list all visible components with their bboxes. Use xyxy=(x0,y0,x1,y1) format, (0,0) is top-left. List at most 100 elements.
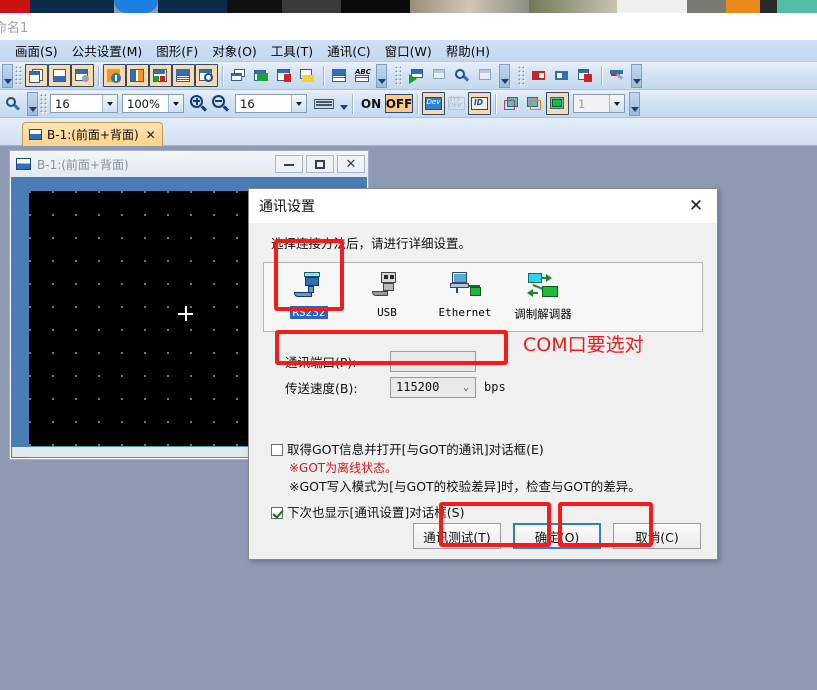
zoom-tool-icon[interactable] xyxy=(2,92,25,115)
port-select[interactable]: ⌄ xyxy=(390,350,476,372)
toolbar-separator xyxy=(495,93,496,114)
layer-back-icon[interactable] xyxy=(523,92,546,115)
toolbar-overflow-left-icon[interactable] xyxy=(27,91,38,116)
import-screen-icon[interactable] xyxy=(250,64,273,87)
menu-item-figure[interactable]: 图形(F) xyxy=(149,39,205,62)
connection-option-ethernet[interactable]: Ethernet xyxy=(426,268,504,330)
simulator-settings-icon[interactable] xyxy=(451,64,474,87)
toolbar-overflow-icon[interactable] xyxy=(631,63,642,88)
menu-item-help[interactable]: 帮助(H) xyxy=(439,39,497,62)
menu-item-tools[interactable]: 工具(T) xyxy=(264,39,320,62)
menu-item-common[interactable]: 公共设置(M) xyxy=(65,39,150,62)
connection-option-rs232[interactable]: RS232 xyxy=(270,268,348,330)
layer-select[interactable]: 1 xyxy=(573,94,625,113)
verify-got-icon[interactable] xyxy=(574,64,597,87)
simulator-update-icon[interactable] xyxy=(428,64,451,87)
object-id-toggle-icon[interactable]: ID xyxy=(468,92,491,115)
open-library-icon[interactable] xyxy=(296,64,319,87)
ethernet-icon xyxy=(448,272,482,302)
ok-button[interactable]: 确定(O) xyxy=(513,523,601,549)
screen-editor-title: B-1:(前面+背面) xyxy=(37,157,129,172)
minimize-button[interactable] xyxy=(275,155,303,173)
connection-option-modem[interactable]: 调制解调器 xyxy=(504,268,582,330)
screen-editor-title-bar[interactable]: B-1:(前面+背面) ✕ xyxy=(10,151,368,177)
toolbar-grip[interactable] xyxy=(518,65,525,86)
got-info-checkbox-row[interactable]: 取得GOT信息并打开[与GOT的通讯]对话框(E) xyxy=(271,442,703,458)
show-next-checkbox[interactable] xyxy=(271,507,283,519)
chevron-down-icon[interactable] xyxy=(102,95,117,112)
simulator-start-icon[interactable] xyxy=(405,64,428,87)
project-info-icon[interactable] xyxy=(103,64,126,87)
system-device-toggle-icon[interactable]: SYS DEV xyxy=(445,92,468,115)
cancel-button[interactable]: 取消(C) xyxy=(613,523,701,549)
toolbar-overflow-left-icon[interactable] xyxy=(2,63,13,88)
read-from-got-icon[interactable] xyxy=(551,64,574,87)
chevron-down-icon[interactable] xyxy=(291,95,306,112)
chevron-down-icon[interactable] xyxy=(168,95,183,112)
app-title: 命名1 xyxy=(0,21,29,36)
strip-seg xyxy=(113,0,159,13)
toolbar-overflow-icon[interactable] xyxy=(376,63,387,88)
maximize-button[interactable] xyxy=(306,155,334,173)
arrange-windows-icon[interactable] xyxy=(227,64,250,87)
tab-close-icon[interactable]: ✕ xyxy=(146,128,156,142)
toolbar-primary: ABC xyxy=(0,62,817,90)
copy-screen-icon[interactable] xyxy=(25,64,48,87)
zoom-level-select[interactable]: 100% xyxy=(122,94,184,113)
toolbar-grip[interactable] xyxy=(15,65,22,86)
simulator-stop-icon[interactable] xyxy=(474,64,497,87)
keyboard-icon[interactable] xyxy=(311,92,337,115)
tab-label: B-1:(前面+背面) xyxy=(47,128,139,142)
menu-item-comm[interactable]: 通讯(C) xyxy=(320,39,377,62)
show-next-checkbox-label: 下次也显示[通讯设置]对话框(S) xyxy=(287,505,465,520)
strip-seg xyxy=(617,0,687,13)
comm-settings-icon[interactable] xyxy=(606,64,629,87)
text-list-icon[interactable]: ABC xyxy=(351,64,374,87)
connection-option-usb[interactable]: USB xyxy=(348,268,426,330)
chevron-down-icon[interactable] xyxy=(339,95,348,113)
toolbar-grip[interactable] xyxy=(395,65,402,86)
new-screen-icon[interactable] xyxy=(48,64,71,87)
speed-value: 115200 xyxy=(396,380,440,394)
off-state-button[interactable]: OFF xyxy=(385,94,413,113)
connection-label: RS232 xyxy=(290,306,328,319)
got-info-checkbox[interactable] xyxy=(271,444,283,456)
close-button[interactable]: ✕ xyxy=(337,155,365,173)
on-state-button[interactable]: ON xyxy=(357,94,385,113)
toolbar-grip[interactable] xyxy=(40,93,47,114)
menu-item-window[interactable]: 窗口(W) xyxy=(378,39,439,62)
grid-size-select[interactable]: 16 xyxy=(235,94,307,113)
tab-b1[interactable]: B-1:(前面+背面) ✕ xyxy=(22,122,163,146)
layer-front-icon[interactable] xyxy=(500,92,523,115)
layer-both-icon[interactable] xyxy=(546,92,569,115)
device-label-toggle-icon[interactable]: Dev xyxy=(422,92,445,115)
parts-icon[interactable] xyxy=(149,64,172,87)
chevron-down-icon[interactable]: ⌄ xyxy=(457,378,475,397)
got-offline-note: ※GOT为离线状态。 xyxy=(289,461,398,475)
comm-test-button[interactable]: 通讯测试(T) xyxy=(413,523,501,549)
dialog-body: 选择连接方法后，请进行详细设置。 RS232 USB Ethernet 调制解调… xyxy=(249,223,717,559)
document-tab-strip: B-1:(前面+背面) ✕ xyxy=(0,118,817,146)
show-next-checkbox-row[interactable]: 下次也显示[通讯设置]对话框(S) xyxy=(271,505,703,521)
zoom-in-icon[interactable] xyxy=(188,94,208,114)
data-view-icon[interactable] xyxy=(172,64,195,87)
chevron-down-icon[interactable] xyxy=(609,95,624,112)
dialog-close-icon[interactable]: ✕ xyxy=(683,194,709,218)
toolbar-overflow-icon[interactable] xyxy=(629,91,640,116)
speed-select[interactable]: 115200 ⌄ xyxy=(390,376,476,398)
menu-item-object[interactable]: 对象(O) xyxy=(205,39,264,62)
zoom-out-icon[interactable] xyxy=(210,94,230,114)
toolbar-format: 16 100% 16 ON OFF Dev SYS DEV ID 1 xyxy=(0,90,817,118)
device-list-icon[interactable] xyxy=(328,64,351,87)
screen-settings-icon[interactable] xyxy=(71,64,94,87)
write-to-got-icon[interactable] xyxy=(528,64,551,87)
library-icon[interactable] xyxy=(273,64,296,87)
font-size-select[interactable]: 16 xyxy=(50,94,118,113)
screen-list-icon[interactable] xyxy=(126,64,149,87)
strip-seg xyxy=(227,0,282,13)
menu-item-screen[interactable]: 画面(S) xyxy=(8,39,65,62)
preview-icon[interactable] xyxy=(195,64,218,87)
chevron-down-icon[interactable]: ⌄ xyxy=(457,352,475,371)
usb-icon xyxy=(370,272,404,302)
toolbar-overflow-icon[interactable] xyxy=(499,63,510,88)
